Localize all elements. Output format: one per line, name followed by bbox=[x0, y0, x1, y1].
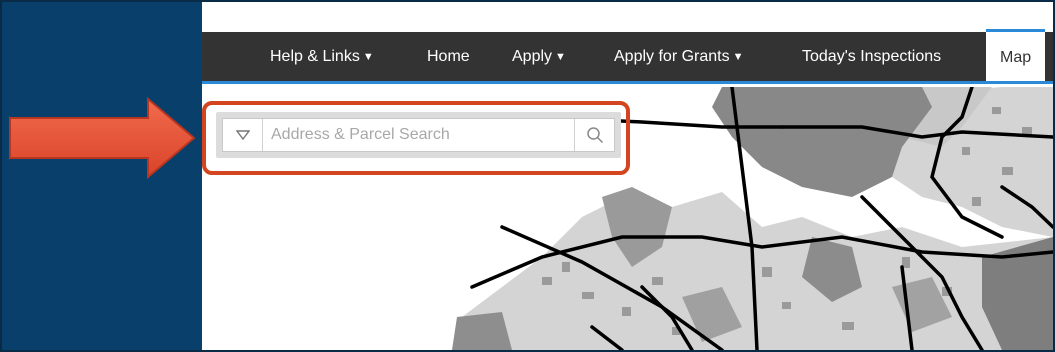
search-field bbox=[222, 118, 615, 152]
nav-map[interactable]: Map bbox=[986, 29, 1046, 81]
nav-help-links-label: Help & Links bbox=[270, 48, 360, 65]
caret-down-icon: ▼ bbox=[732, 51, 744, 63]
nav-apply-grants[interactable]: Apply for Grants ▼ bbox=[614, 32, 744, 81]
search-input[interactable] bbox=[265, 119, 581, 151]
nav-apply-grants-label: Apply for Grants bbox=[614, 48, 730, 65]
triangle-down-icon bbox=[235, 130, 250, 140]
top-navbar: Help & Links ▼ Home Apply ▼ Apply for Gran… bbox=[202, 29, 1053, 84]
search-source-dropdown[interactable] bbox=[223, 119, 263, 151]
address-parcel-search bbox=[216, 112, 621, 158]
nav-todays-inspections[interactable]: Today's Inspections bbox=[802, 32, 941, 81]
nav-apply[interactable]: Apply ▼ bbox=[512, 32, 566, 81]
nav-help-links[interactable]: Help & Links ▼ bbox=[270, 32, 374, 81]
web-page: Help & Links ▼ Home Apply ▼ Apply for Gran… bbox=[202, 2, 1053, 350]
nav-map-label: Map bbox=[1000, 49, 1032, 66]
caret-down-icon: ▼ bbox=[362, 51, 374, 63]
nav-apply-label: Apply bbox=[512, 48, 553, 65]
caret-down-icon: ▼ bbox=[555, 51, 566, 63]
nav-home[interactable]: Home bbox=[427, 32, 470, 81]
nav-todays-inspections-label: Today's Inspections bbox=[802, 48, 942, 65]
search-button[interactable] bbox=[574, 119, 614, 151]
arrow-right-icon bbox=[9, 97, 196, 179]
nav-home-label: Home bbox=[427, 48, 470, 65]
search-icon bbox=[586, 127, 603, 144]
